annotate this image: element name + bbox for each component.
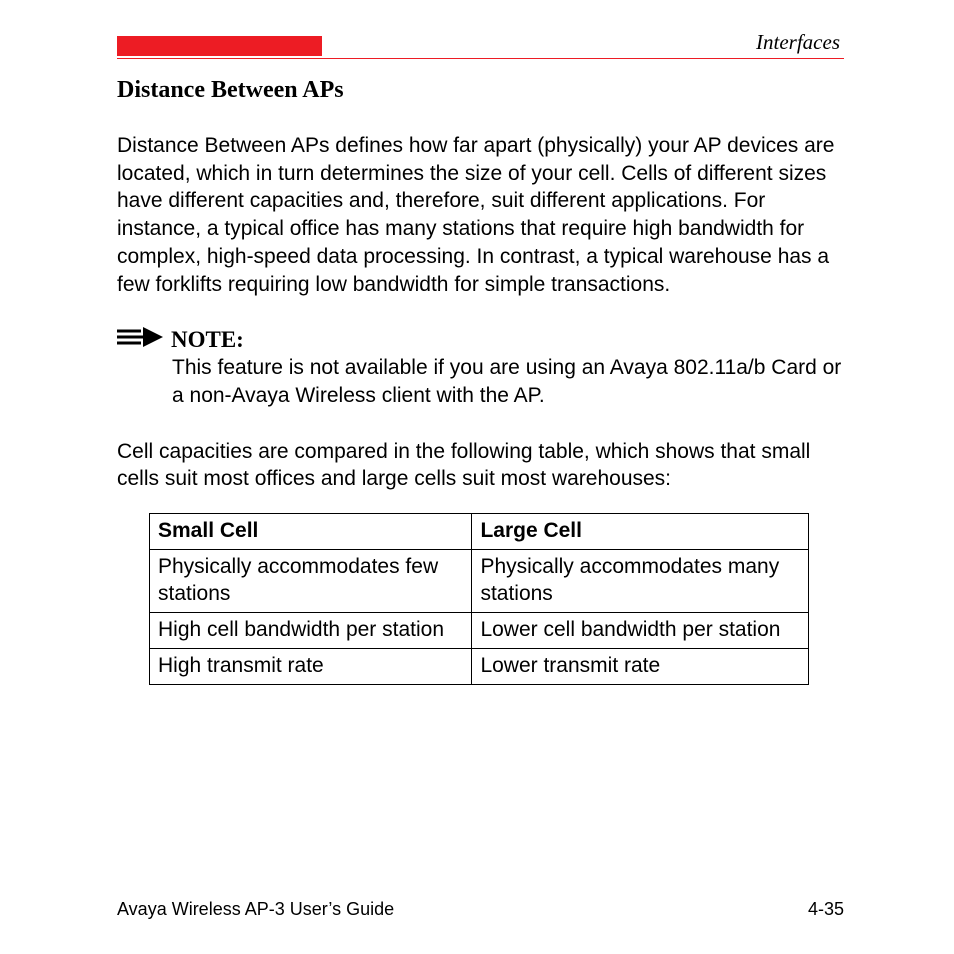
section-name: Interfaces <box>756 30 844 56</box>
table-header-cell: Small Cell <box>150 514 472 550</box>
page-header: Interfaces <box>117 30 844 59</box>
note-block: NOTE: This feature is not available if y… <box>117 326 844 409</box>
table-cell: Lower transmit rate <box>472 648 809 684</box>
table-row: Physically accommodates few stations Phy… <box>150 550 809 613</box>
table-cell: Physically accommodates many stations <box>472 550 809 613</box>
paragraph-table-intro: Cell capacities are compared in the foll… <box>117 438 844 493</box>
note-label: NOTE: <box>171 327 244 353</box>
note-arrow-icon <box>115 326 165 354</box>
note-body: This feature is not available if you are… <box>172 354 844 409</box>
header-red-bar <box>117 36 322 56</box>
table-row: High transmit rate Lower transmit rate <box>150 648 809 684</box>
table-header-cell: Large Cell <box>472 514 809 550</box>
table-header-row: Small Cell Large Cell <box>150 514 809 550</box>
footer-guide-title: Avaya Wireless AP-3 User’s Guide <box>117 899 394 920</box>
page-footer: Avaya Wireless AP-3 User’s Guide 4-35 <box>117 899 844 920</box>
page-heading: Distance Between APs <box>117 77 844 104</box>
footer-page-number: 4-35 <box>808 899 844 920</box>
table-cell: High transmit rate <box>150 648 472 684</box>
table-cell: Lower cell bandwidth per station <box>472 612 809 648</box>
table-cell: Physically accommodates few stations <box>150 550 472 613</box>
table-row: High cell bandwidth per station Lower ce… <box>150 612 809 648</box>
cell-comparison-table: Small Cell Large Cell Physically accommo… <box>149 513 809 684</box>
paragraph-intro: Distance Between APs defines how far apa… <box>117 132 844 298</box>
table-cell: High cell bandwidth per station <box>150 612 472 648</box>
